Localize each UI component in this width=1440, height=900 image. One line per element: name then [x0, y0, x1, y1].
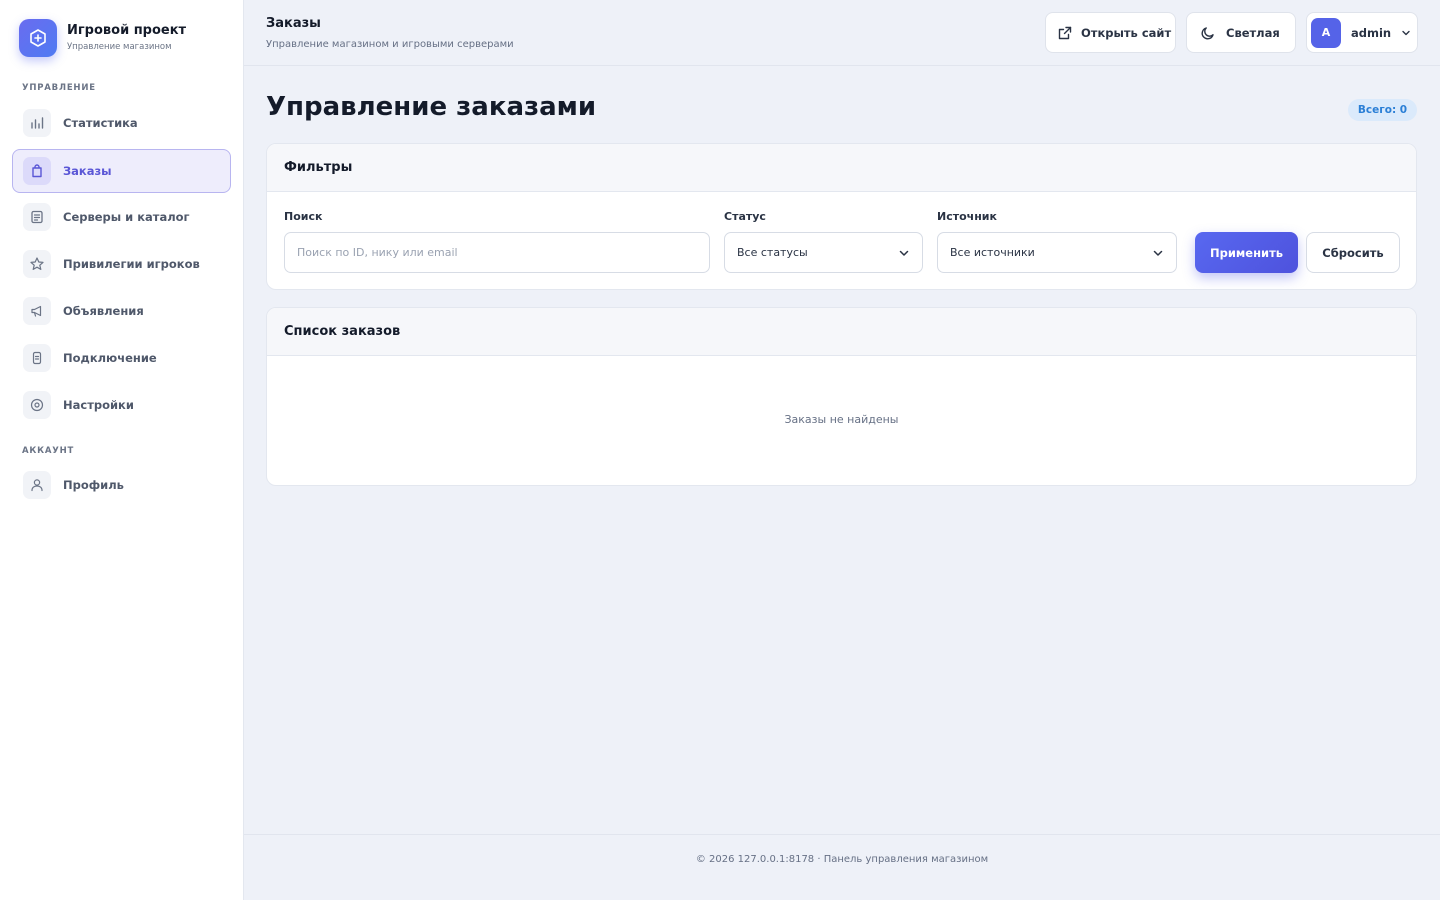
section-label-manage: УПРАВЛЕНИЕ	[22, 83, 96, 93]
reset-filters-button[interactable]: Сбросить	[1306, 232, 1400, 273]
status-select[interactable]: Все статусы	[724, 232, 923, 273]
sidebar: Игровой проект Управление магазином УПРА…	[0, 0, 244, 900]
footer: © 2026 127.0.0.1:8178 · Панель управлени…	[244, 834, 1440, 900]
chevron-down-icon	[1152, 247, 1164, 262]
sidebar-item-orders[interactable]: Заказы	[12, 149, 231, 193]
brand-subtitle: Управление магазином	[67, 42, 172, 52]
search-label: Поиск	[284, 210, 323, 223]
sidebar-item-servers-catalog[interactable]: Серверы и каталог	[12, 195, 231, 239]
avatar: A	[1311, 17, 1341, 48]
sidebar-item-label: Серверы и каталог	[63, 210, 190, 224]
status-select-value: Все статусы	[737, 246, 808, 259]
bar-chart-icon	[23, 109, 51, 137]
filters-card: Фильтры Поиск Статус Все статусы Источни…	[266, 143, 1417, 290]
sidebar-item-label: Статистика	[63, 116, 138, 130]
theme-toggle-button[interactable]: Светлая	[1186, 12, 1296, 53]
sidebar-item-label: Подключение	[63, 351, 157, 365]
external-link-icon	[1057, 25, 1073, 41]
source-select-value: Все источники	[950, 246, 1035, 259]
sidebar-item-label: Объявления	[63, 304, 144, 318]
moon-icon	[1200, 25, 1216, 41]
orders-list-card: Список заказов Заказы не найдены	[266, 307, 1417, 486]
brand[interactable]: Игровой проект Управление магазином	[19, 19, 186, 57]
status-label: Статус	[724, 210, 766, 223]
apply-filters-button[interactable]: Применить	[1195, 232, 1298, 273]
theme-label: Светлая	[1226, 25, 1280, 40]
section-label-account: АККАУНТ	[22, 446, 75, 456]
filters-title: Фильтры	[267, 144, 1416, 192]
open-site-label: Открыть сайт	[1081, 25, 1172, 40]
total-count-badge: Всего: 0	[1348, 99, 1417, 121]
sidebar-item-label: Привилегии игроков	[63, 257, 200, 271]
empty-state-text: Заказы не найдены	[784, 413, 899, 426]
chevron-down-icon	[898, 247, 910, 262]
sidebar-item-settings[interactable]: Настройки	[12, 383, 231, 427]
topbar: Заказы Управление магазином и игровыми с…	[244, 0, 1440, 66]
plug-icon	[23, 344, 51, 372]
star-icon	[23, 250, 51, 278]
sidebar-item-label: Заказы	[63, 164, 112, 178]
chevron-down-icon	[1401, 28, 1411, 38]
sidebar-item-connection[interactable]: Подключение	[12, 336, 231, 380]
page-title: Управление заказами	[266, 92, 597, 122]
open-site-button[interactable]: Открыть сайт	[1045, 12, 1176, 53]
sidebar-item-profile[interactable]: Профиль	[12, 463, 231, 507]
user-menu-button[interactable]: A admin	[1306, 12, 1418, 53]
topbar-title: Заказы	[266, 16, 321, 31]
sidebar-item-player-privileges[interactable]: Привилегии игроков	[12, 242, 231, 286]
brand-title: Игровой проект	[67, 23, 187, 38]
user-icon	[23, 471, 51, 499]
sidebar-item-label: Настройки	[63, 398, 134, 412]
footer-text: © 2026 127.0.0.1:8178 · Панель управлени…	[695, 854, 989, 865]
sidebar-item-label: Профиль	[63, 478, 124, 492]
search-field[interactable]	[284, 232, 710, 273]
source-label: Источник	[937, 210, 997, 223]
user-name: admin	[1351, 25, 1392, 40]
search-input[interactable]	[297, 246, 709, 259]
topbar-subtitle: Управление магазином и игровыми серверам…	[266, 39, 514, 50]
orders-list-title: Список заказов	[267, 308, 1416, 356]
sidebar-item-announcements[interactable]: Объявления	[12, 289, 231, 333]
gear-icon	[23, 391, 51, 419]
brand-logo-icon	[19, 19, 57, 57]
shopping-bag-icon	[23, 157, 51, 185]
megaphone-icon	[23, 297, 51, 325]
sidebar-item-statistics[interactable]: Статистика	[12, 101, 231, 145]
source-select[interactable]: Все источники	[937, 232, 1177, 273]
catalog-icon	[23, 203, 51, 231]
